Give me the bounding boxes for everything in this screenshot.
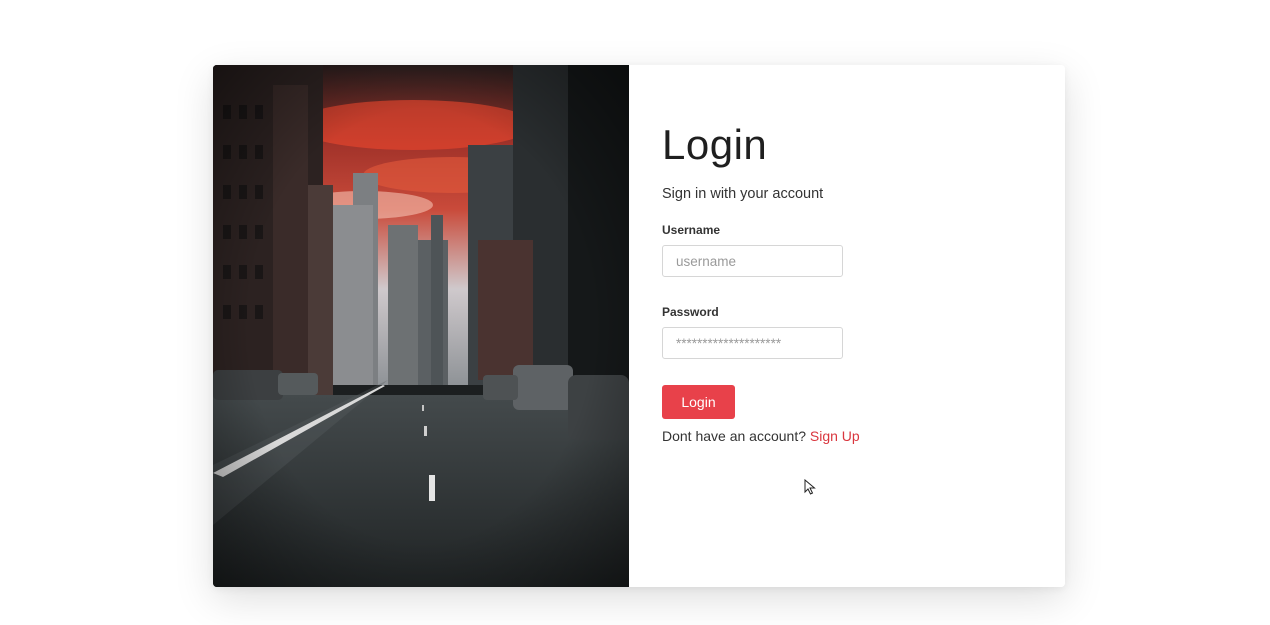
signup-link[interactable]: Sign Up bbox=[810, 428, 860, 444]
page-subtitle: Sign in with your account bbox=[662, 186, 824, 202]
login-button[interactable]: Login bbox=[662, 385, 735, 419]
login-card: Login Sign in with your account Username… bbox=[213, 65, 1065, 587]
username-input[interactable] bbox=[662, 245, 843, 277]
password-input[interactable] bbox=[662, 327, 843, 359]
city-street-photo bbox=[213, 65, 629, 587]
password-label: Password bbox=[662, 305, 719, 319]
login-form-panel: Login Sign in with your account Username… bbox=[629, 65, 1065, 587]
signup-prompt-text: Dont have an account? bbox=[662, 428, 806, 444]
username-label: Username bbox=[662, 223, 721, 237]
signup-prompt: Dont have an account? Sign Up bbox=[662, 428, 860, 444]
mouse-cursor-icon bbox=[804, 479, 816, 495]
page-title: Login bbox=[662, 121, 768, 168]
